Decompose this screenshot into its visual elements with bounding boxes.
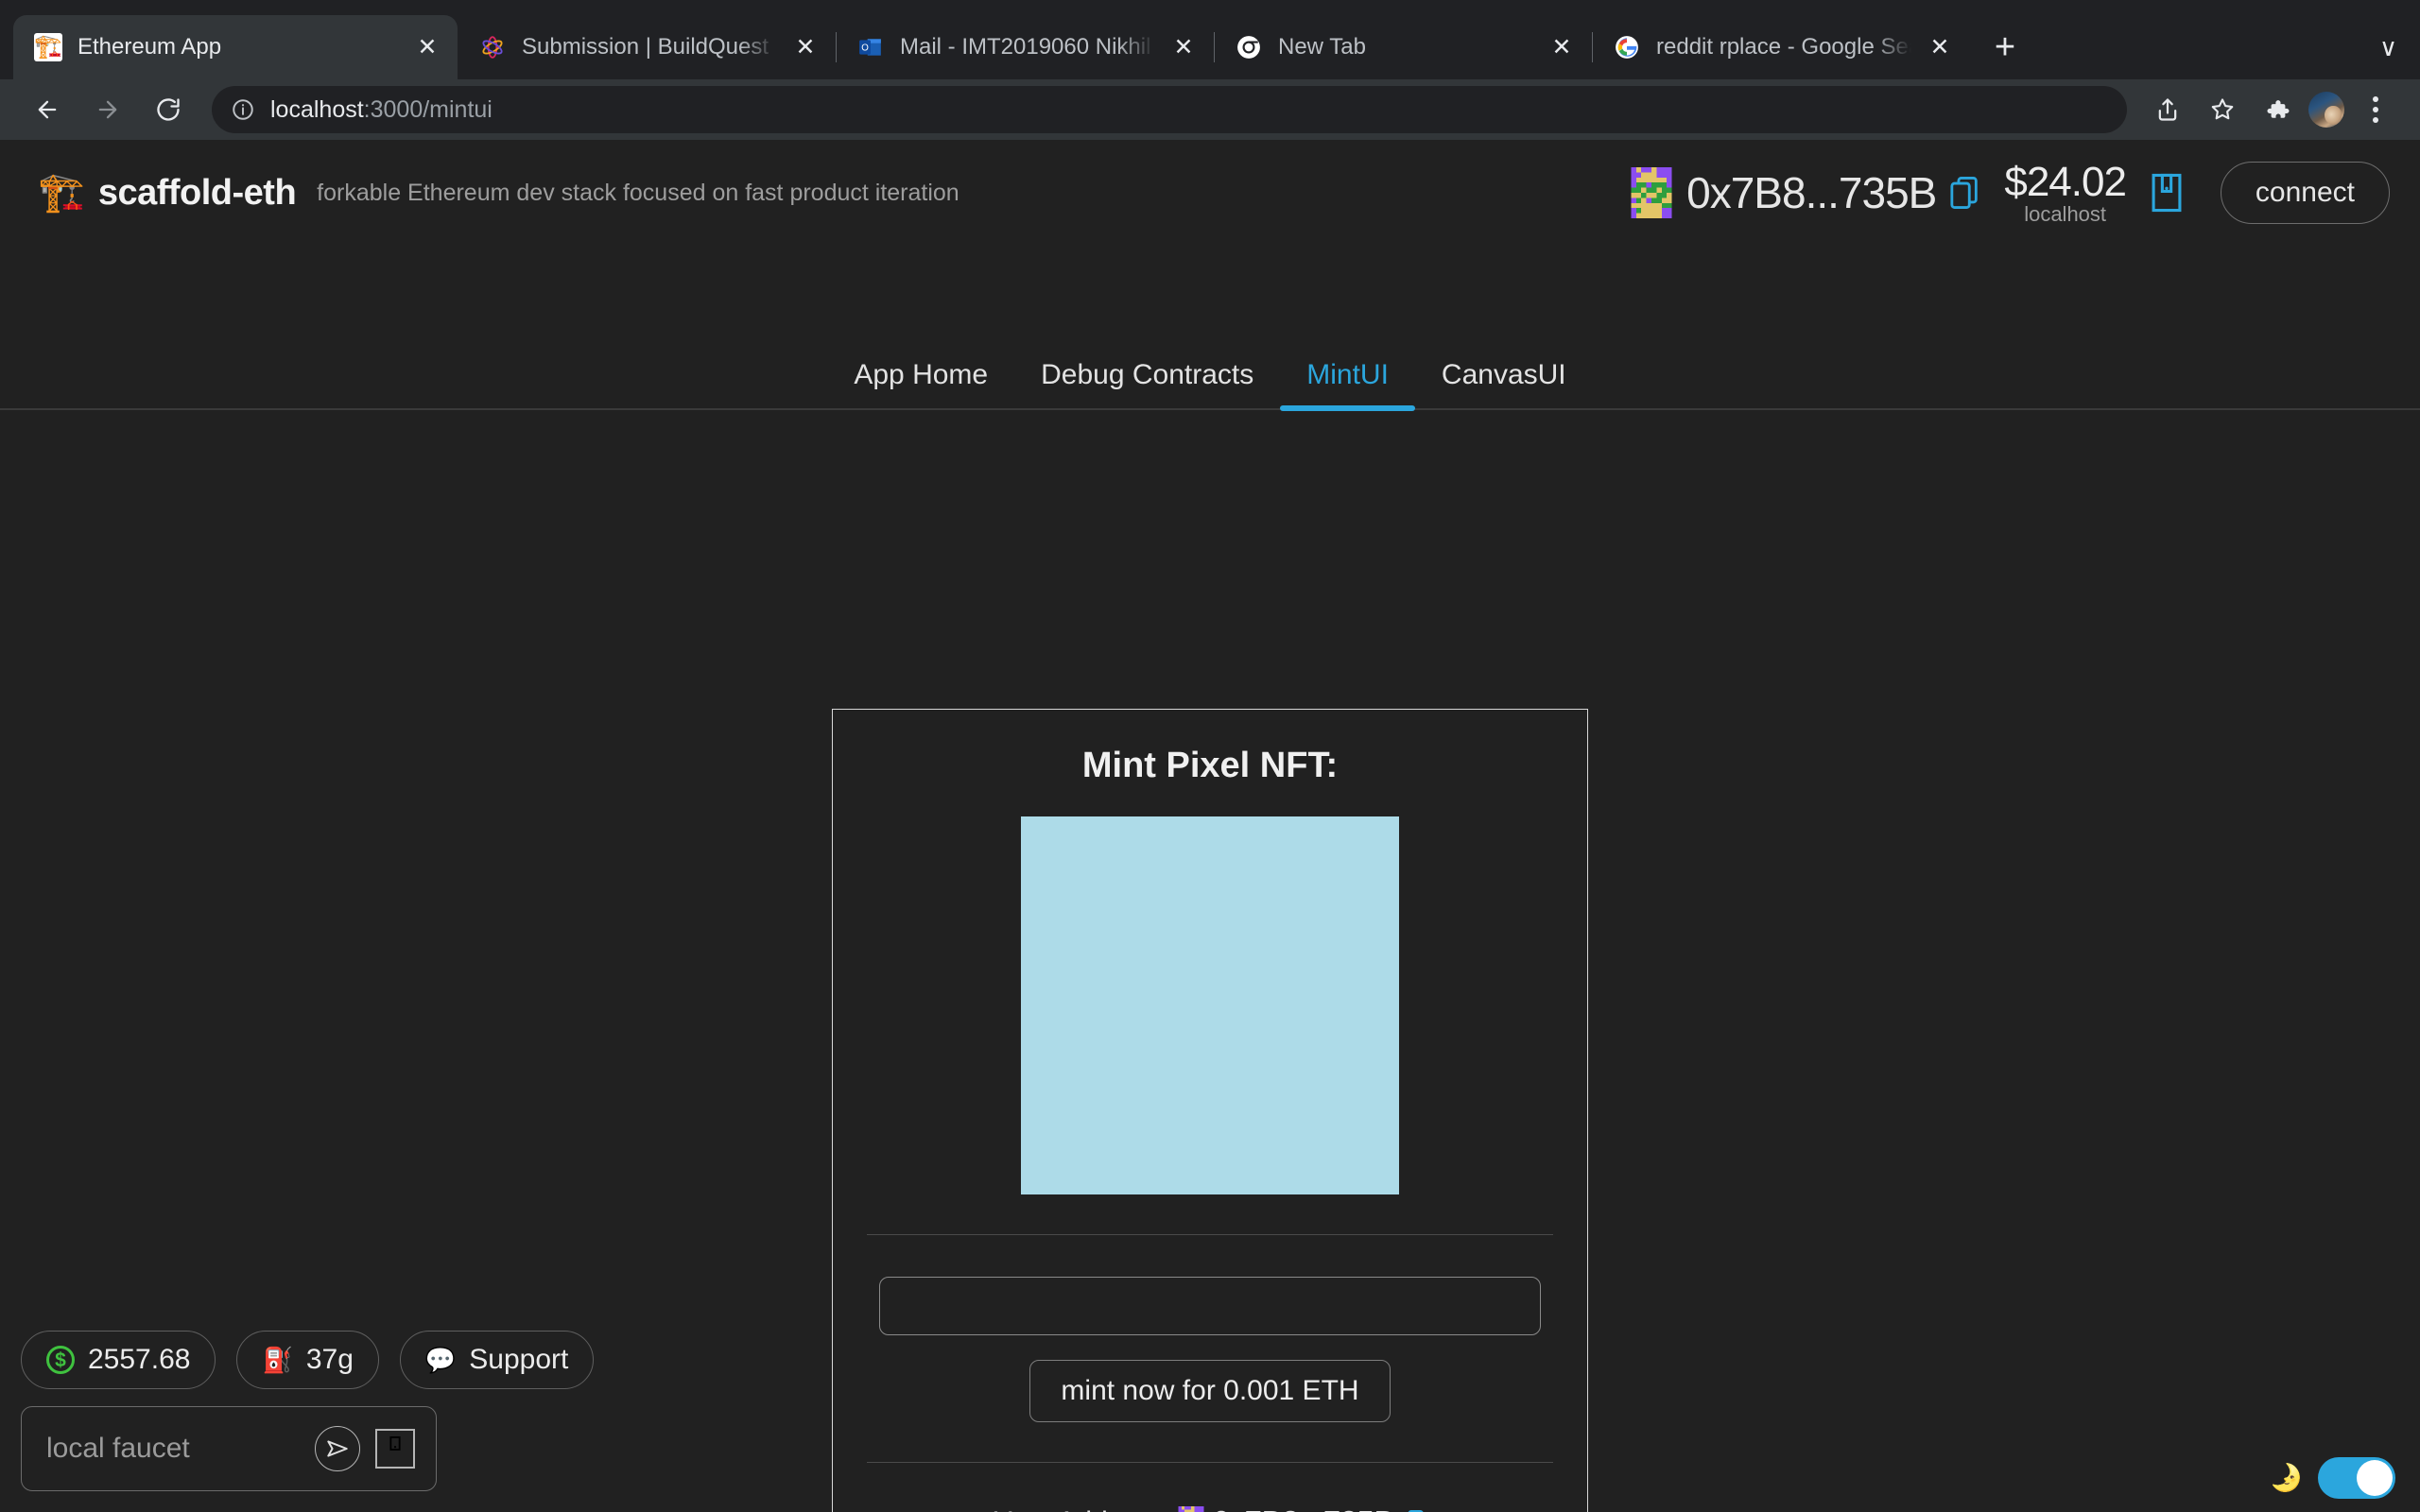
mint-now-button[interactable]: mint now for 0.001 ETH xyxy=(1029,1360,1391,1422)
eth-price-value: 2557.68 xyxy=(88,1344,191,1375)
tab-strip-end: ∨ xyxy=(2366,15,2420,79)
buildquest-icon xyxy=(478,33,507,61)
forward-icon[interactable] xyxy=(81,83,134,136)
browser-toolbar: localhost:3000/mintui xyxy=(0,79,2420,140)
crane-icon: 🏗️ xyxy=(38,172,85,214)
theme-toggle-area: 🌛 xyxy=(2270,1457,2395,1499)
mint-card-title: Mint Pixel NFT: xyxy=(1081,746,1339,785)
mint-token-input[interactable] xyxy=(879,1277,1541,1335)
address-bar-url: localhost:3000/mintui xyxy=(270,96,493,124)
browser-tab-ethereum-app[interactable]: 🏗️ Ethereum App ✕ xyxy=(13,15,458,79)
browser-tab-title: reddit rplace - Google Search xyxy=(1656,34,1911,60)
your-address-value[interactable]: 0x7B8...735B xyxy=(1213,1504,1395,1512)
network-name: localhost xyxy=(2024,202,2107,226)
account-address[interactable]: 0x7B8...735B xyxy=(1686,167,1937,218)
address-bar[interactable]: localhost:3000/mintui xyxy=(212,86,2127,133)
moon-icon: 🌛 xyxy=(2270,1463,2303,1492)
nft-preview-canvas[interactable] xyxy=(1021,816,1399,1194)
card-divider xyxy=(867,1234,1553,1235)
support-button[interactable]: 💬 Support xyxy=(399,1331,595,1389)
chevron-down-icon[interactable]: ∨ xyxy=(2379,35,2397,60)
mint-card: Mint Pixel NFT: mint now for 0.001 ETH Y… xyxy=(832,709,1588,1512)
site-info-icon[interactable] xyxy=(231,97,255,122)
avatar-blockie xyxy=(1631,167,1672,218)
browser-tab-buildquest[interactable]: Submission | BuildQuest ✕ xyxy=(458,15,836,79)
chrome-icon xyxy=(1235,33,1263,61)
eth-price-pill[interactable]: $ 2557.68 xyxy=(21,1331,216,1389)
extensions-puzzle-icon[interactable] xyxy=(2254,86,2301,133)
browser-tab-reddit-search[interactable]: reddit rplace - Google Search ✕ xyxy=(1592,15,1970,79)
status-pill-row: $ 2557.68 ⛽ 37g 💬 Support xyxy=(21,1331,595,1389)
close-icon[interactable]: ✕ xyxy=(414,35,441,60)
url-path: :3000/mintui xyxy=(363,95,493,123)
balance-block: $24.02 localhost xyxy=(2004,159,2127,227)
account-area: 0x7B8...735B $24.02 localhost connect xyxy=(1630,159,2390,227)
your-address-label: Your Address: xyxy=(994,1506,1169,1512)
connect-button[interactable]: connect xyxy=(2220,162,2390,224)
site-header: 🏗️ scaffold-eth forkable Ethereum dev st… xyxy=(0,140,2420,246)
gas-pump-icon: ⛽ xyxy=(262,1346,293,1374)
browser-tab-title: Mail - IMT2019060 Nikhil Aga xyxy=(900,34,1155,60)
outlook-icon: O xyxy=(856,33,885,61)
close-icon[interactable]: ✕ xyxy=(1170,35,1197,60)
new-tab-button[interactable]: + xyxy=(1983,29,2027,65)
faucet-input-wrap xyxy=(21,1406,437,1491)
gas-price-pill[interactable]: ⛽ 37g xyxy=(236,1331,379,1389)
google-icon xyxy=(1613,33,1641,61)
url-host: localhost xyxy=(270,95,364,123)
your-address-blockie xyxy=(1178,1506,1204,1512)
card-divider-2 xyxy=(867,1462,1553,1463)
ethereum-app-icon: 🏗️ xyxy=(34,33,62,61)
tab-strip-controls: + xyxy=(1970,15,2027,79)
share-icon[interactable] xyxy=(2144,86,2191,133)
faucet-address-input[interactable] xyxy=(46,1433,300,1465)
nav-tab-canvasui[interactable]: CanvasUI xyxy=(1415,359,1593,408)
browser-tab-strip: 🏗️ Ethereum App ✕ Submission | BuildQues… xyxy=(0,0,2420,79)
qr-code-icon[interactable] xyxy=(2151,172,2183,214)
your-address-row: Your Address: xyxy=(994,1504,1426,1512)
close-icon[interactable]: ✕ xyxy=(792,35,819,60)
browser-tab-title: Ethereum App xyxy=(78,34,222,60)
send-icon[interactable] xyxy=(315,1426,360,1471)
support-label: Support xyxy=(469,1344,569,1375)
nav-tab-debug-contracts[interactable]: Debug Contracts xyxy=(1014,359,1280,408)
dark-mode-toggle[interactable] xyxy=(2318,1457,2395,1499)
faucet-qr-code-icon[interactable] xyxy=(375,1429,415,1469)
copy-address-icon[interactable] xyxy=(1949,175,1981,211)
reload-icon[interactable] xyxy=(142,83,195,136)
dollar-circle-icon: $ xyxy=(46,1346,75,1374)
nav-tab-mintui[interactable]: MintUI xyxy=(1280,359,1415,411)
nav-tab-app-home[interactable]: App Home xyxy=(827,359,1014,408)
browser-tab-new-tab[interactable]: New Tab ✕ xyxy=(1214,15,1592,79)
gas-price-value: 37g xyxy=(305,1344,354,1375)
chrome-menu-icon[interactable] xyxy=(2352,86,2399,133)
brand-name: scaffold-eth xyxy=(97,172,297,213)
faucet-widget: $ 2557.68 ⛽ 37g 💬 Support xyxy=(21,1331,595,1491)
brand-link[interactable]: 🏗️ scaffold-eth xyxy=(38,172,297,214)
bookmark-star-icon[interactable] xyxy=(2199,86,2246,133)
close-icon[interactable]: ✕ xyxy=(1548,35,1575,60)
brand-tagline: forkable Ethereum dev stack focused on f… xyxy=(317,179,959,206)
copy-your-address-icon[interactable] xyxy=(1402,1508,1426,1512)
back-icon[interactable] xyxy=(21,83,74,136)
main-nav: App Home Debug Contracts MintUI CanvasUI xyxy=(0,327,2420,411)
close-icon[interactable]: ✕ xyxy=(1927,35,1953,60)
browser-tab-title: Submission | BuildQuest xyxy=(522,34,769,60)
toggle-knob xyxy=(2357,1460,2393,1496)
svg-text:O: O xyxy=(861,43,869,53)
profile-avatar[interactable] xyxy=(2308,92,2344,128)
browser-tab-mail[interactable]: O Mail - IMT2019060 Nikhil Aga ✕ xyxy=(836,15,1214,79)
page-content: 🏗️ scaffold-eth forkable Ethereum dev st… xyxy=(0,140,2420,1512)
speech-bubble-icon: 💬 xyxy=(424,1346,457,1374)
balance-amount[interactable]: $24.02 xyxy=(2004,159,2127,206)
browser-tab-title: New Tab xyxy=(1278,34,1366,60)
